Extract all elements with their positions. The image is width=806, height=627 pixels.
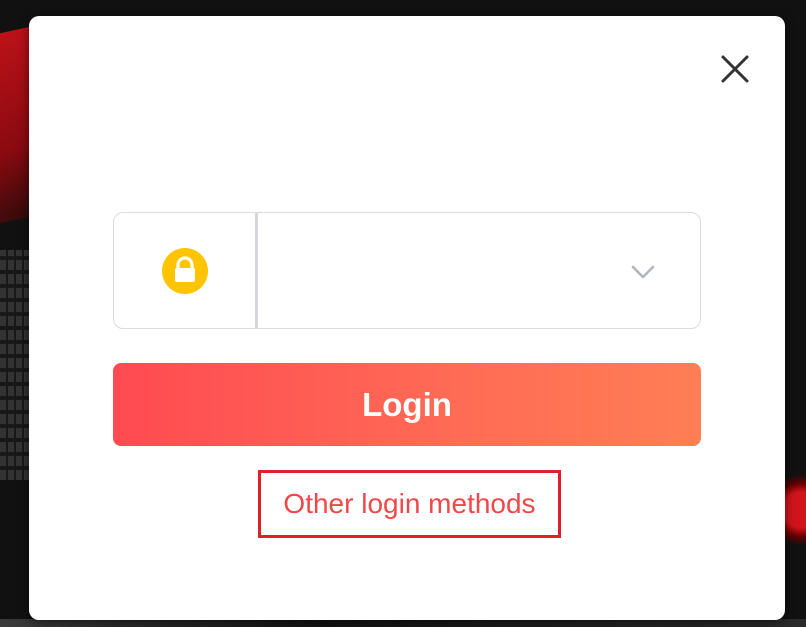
background-floor <box>0 619 806 627</box>
close-button[interactable] <box>715 49 755 89</box>
login-modal: Login Other login methods <box>29 16 785 620</box>
account-select-field[interactable] <box>113 212 701 329</box>
chevron-down-icon[interactable] <box>628 257 658 287</box>
close-icon <box>721 55 749 83</box>
other-login-methods-link[interactable]: Other login methods <box>258 470 561 538</box>
lock-icon <box>161 247 208 294</box>
background-red-light <box>782 470 806 550</box>
login-button[interactable]: Login <box>113 363 701 446</box>
account-select[interactable] <box>258 213 700 328</box>
account-field-icon-area <box>114 213 255 328</box>
